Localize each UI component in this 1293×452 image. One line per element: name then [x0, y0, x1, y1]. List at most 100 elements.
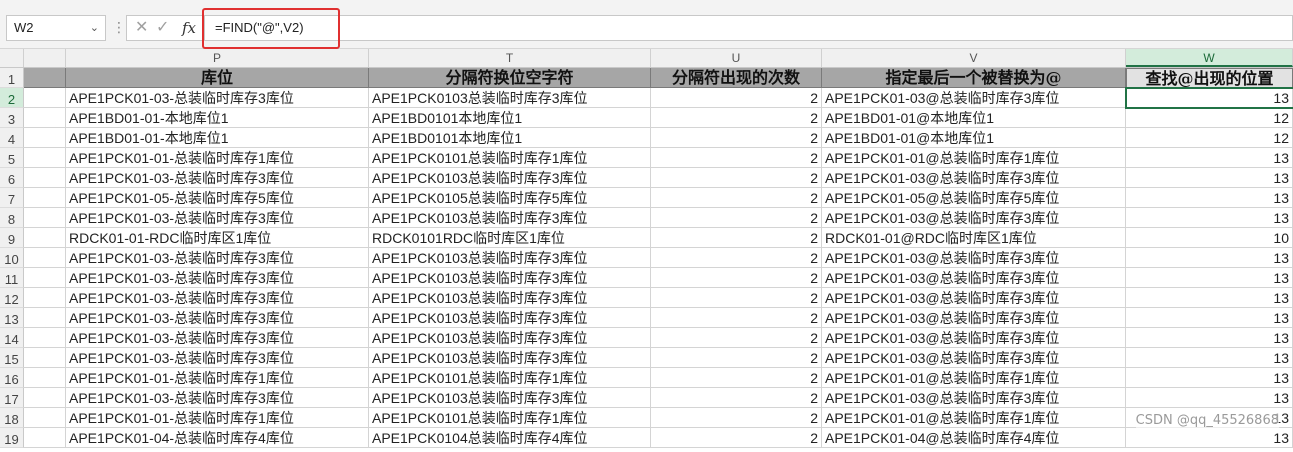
- cell-v[interactable]: APE1PCK01-03@总装临时库存3库位: [822, 248, 1126, 268]
- cell-u[interactable]: 2: [651, 408, 822, 428]
- cell-t[interactable]: APE1PCK0103总装临时库存3库位: [369, 308, 651, 328]
- column-header-w[interactable]: W: [1126, 49, 1293, 67]
- cell-p[interactable]: APE1BD01-01-本地库位1: [66, 128, 369, 148]
- cell-empty[interactable]: [24, 388, 66, 408]
- cell-p[interactable]: APE1PCK01-03-总装临时库存3库位: [66, 288, 369, 308]
- cell-v[interactable]: APE1PCK01-03@总装临时库存3库位: [822, 308, 1126, 328]
- cell-u[interactable]: 2: [651, 368, 822, 388]
- cell-empty[interactable]: [24, 168, 66, 188]
- cell-t[interactable]: APE1PCK0103总装临时库存3库位: [369, 348, 651, 368]
- cell-empty[interactable]: [24, 268, 66, 288]
- cell-p[interactable]: APE1PCK01-01-总装临时库存1库位: [66, 408, 369, 428]
- row-number[interactable]: 4: [0, 128, 24, 148]
- cell-v[interactable]: APE1BD01-01@本地库位1: [822, 108, 1126, 128]
- cell-t[interactable]: APE1PCK0101总装临时库存1库位: [369, 408, 651, 428]
- column-header-v[interactable]: V: [822, 49, 1126, 67]
- cell-t[interactable]: APE1PCK0103总装临时库存3库位: [369, 288, 651, 308]
- row-number[interactable]: 11: [0, 268, 24, 288]
- row-number[interactable]: 18: [0, 408, 24, 428]
- row-number[interactable]: 3: [0, 108, 24, 128]
- row-number[interactable]: 12: [0, 288, 24, 308]
- cell-u[interactable]: 2: [651, 388, 822, 408]
- cell-t[interactable]: APE1PCK0101总装临时库存1库位: [369, 368, 651, 388]
- cell-u[interactable]: 2: [651, 328, 822, 348]
- cell-v[interactable]: APE1PCK01-03@总装临时库存3库位: [822, 388, 1126, 408]
- cell-u[interactable]: 2: [651, 128, 822, 148]
- cell-u[interactable]: 2: [651, 228, 822, 248]
- cell-u[interactable]: 2: [651, 288, 822, 308]
- cell-w[interactable]: 12: [1126, 108, 1293, 128]
- row-number[interactable]: 13: [0, 308, 24, 328]
- cell-t[interactable]: APE1PCK0101总装临时库存1库位: [369, 148, 651, 168]
- cell-p[interactable]: RDCK01-01-RDC临时库区1库位: [66, 228, 369, 248]
- cell-p[interactable]: APE1PCK01-03-总装临时库存3库位: [66, 308, 369, 328]
- cell-v[interactable]: APE1BD01-01@本地库位1: [822, 128, 1126, 148]
- cell-empty[interactable]: [24, 348, 66, 368]
- cell-u[interactable]: 2: [651, 88, 822, 108]
- cell-w[interactable]: 13: [1126, 268, 1293, 288]
- insert-function-icon[interactable]: fx: [182, 16, 196, 40]
- cell-u[interactable]: 2: [651, 208, 822, 228]
- row-number[interactable]: 16: [0, 368, 24, 388]
- cell-w[interactable]: 10: [1126, 228, 1293, 248]
- cell-p[interactable]: APE1PCK01-05-总装临时库存5库位: [66, 188, 369, 208]
- row-number[interactable]: 5: [0, 148, 24, 168]
- cell-u[interactable]: 2: [651, 168, 822, 188]
- cell-t[interactable]: APE1PCK0104总装临时库存4库位: [369, 428, 651, 448]
- cell-p[interactable]: APE1PCK01-03-总装临时库存3库位: [66, 268, 369, 288]
- cell-u[interactable]: 2: [651, 188, 822, 208]
- cell-empty[interactable]: [24, 228, 66, 248]
- header-cell-p[interactable]: 库位: [66, 68, 369, 88]
- cell-u[interactable]: 2: [651, 428, 822, 448]
- cell-w[interactable]: 13: [1126, 368, 1293, 388]
- row-number[interactable]: 15: [0, 348, 24, 368]
- column-header-t[interactable]: T: [369, 49, 651, 67]
- row-number[interactable]: 1: [0, 68, 24, 88]
- header-cell-t[interactable]: 分隔符换位空字符: [369, 68, 651, 88]
- cell-v[interactable]: RDCK01-01@RDC临时库区1库位: [822, 228, 1126, 248]
- row-number[interactable]: 19: [0, 428, 24, 448]
- cell-w[interactable]: 13: [1126, 428, 1293, 448]
- cell-empty[interactable]: [24, 308, 66, 328]
- cell-p[interactable]: APE1PCK01-03-总装临时库存3库位: [66, 208, 369, 228]
- cell-p[interactable]: APE1PCK01-03-总装临时库存3库位: [66, 388, 369, 408]
- cell-v[interactable]: APE1PCK01-04@总装临时库存4库位: [822, 428, 1126, 448]
- cell-t[interactable]: APE1BD0101本地库位1: [369, 108, 651, 128]
- cell-empty[interactable]: [24, 128, 66, 148]
- cell-t[interactable]: APE1PCK0103总装临时库存3库位: [369, 268, 651, 288]
- cell-empty[interactable]: [24, 428, 66, 448]
- cell-t[interactable]: APE1PCK0103总装临时库存3库位: [369, 88, 651, 108]
- cell-p[interactable]: APE1BD01-01-本地库位1: [66, 108, 369, 128]
- cell-v[interactable]: APE1PCK01-01@总装临时库存1库位: [822, 368, 1126, 388]
- cell-empty[interactable]: [24, 188, 66, 208]
- cell-p[interactable]: APE1PCK01-03-总装临时库存3库位: [66, 248, 369, 268]
- row-number[interactable]: 17: [0, 388, 24, 408]
- cell-u[interactable]: 2: [651, 308, 822, 328]
- formula-input[interactable]: =FIND("@",V2): [204, 15, 1293, 41]
- more-options-icon[interactable]: ⋮: [112, 17, 126, 37]
- cell-v[interactable]: APE1PCK01-03@总装临时库存3库位: [822, 348, 1126, 368]
- cell-t[interactable]: APE1PCK0103总装临时库存3库位: [369, 388, 651, 408]
- cell-v[interactable]: APE1PCK01-03@总装临时库存3库位: [822, 168, 1126, 188]
- cell-p[interactable]: APE1PCK01-01-总装临时库存1库位: [66, 148, 369, 168]
- cell-w[interactable]: 13: [1126, 348, 1293, 368]
- cell-empty[interactable]: [24, 108, 66, 128]
- cell-empty[interactable]: [24, 68, 66, 88]
- chevron-down-icon[interactable]: ⌄: [90, 16, 99, 40]
- cell-t[interactable]: APE1PCK0103总装临时库存3库位: [369, 328, 651, 348]
- cell-u[interactable]: 2: [651, 108, 822, 128]
- cell-empty[interactable]: [24, 148, 66, 168]
- cell-w[interactable]: 13: [1126, 188, 1293, 208]
- select-all-corner[interactable]: [0, 49, 24, 67]
- cell-v[interactable]: APE1PCK01-05@总装临时库存5库位: [822, 188, 1126, 208]
- cell-u[interactable]: 2: [651, 268, 822, 288]
- cell-empty[interactable]: [24, 208, 66, 228]
- cell-p[interactable]: APE1PCK01-03-总装临时库存3库位: [66, 328, 369, 348]
- row-number[interactable]: 7: [0, 188, 24, 208]
- cell-w[interactable]: 13: [1126, 308, 1293, 328]
- cell-w[interactable]: 13: [1126, 288, 1293, 308]
- cell-p[interactable]: APE1PCK01-01-总装临时库存1库位: [66, 368, 369, 388]
- cell-t[interactable]: APE1BD0101本地库位1: [369, 128, 651, 148]
- cell-w[interactable]: 13: [1126, 168, 1293, 188]
- cell-u[interactable]: 2: [651, 148, 822, 168]
